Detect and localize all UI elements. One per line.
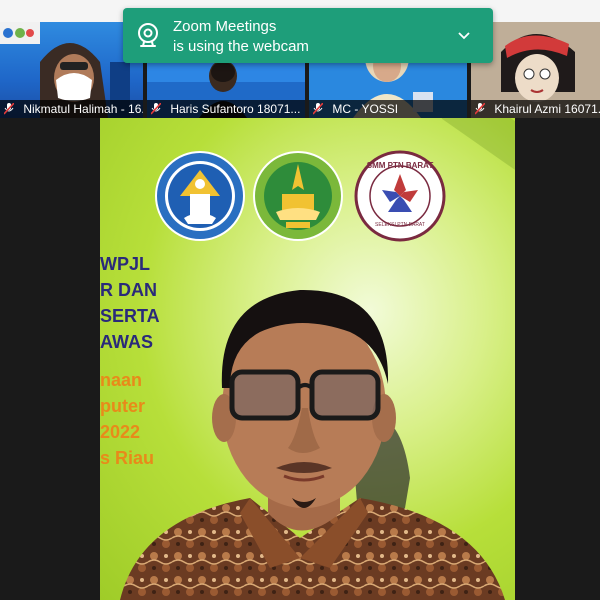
participant-name: Khairul Azmi 16071... [494,102,600,116]
mic-muted-icon [4,103,14,115]
participant-name-bar: Khairul Azmi 16071... [471,100,600,118]
toast-message: is using the webcam [173,38,309,55]
mic-muted-icon [475,103,485,115]
participant-name-bar: MC - YOSSI [309,100,467,118]
mic-muted-icon [151,103,161,115]
chevron-down-icon[interactable] [456,28,472,44]
participant-name: Haris Sufantoro 18071... [170,102,301,116]
mic-muted-icon [313,103,323,115]
participant-tile[interactable]: Nikmatul Halimah - 16... [0,22,143,118]
webcam-notification-toast[interactable]: Zoom Meetings is using the webcam [123,8,493,63]
webcam-icon [138,23,158,47]
participant-name: MC - YOSSI [332,102,399,116]
participant-name: Nikmatul Halimah - 16... [23,102,143,116]
toast-title: Zoom Meetings [173,18,277,35]
participant-name-bar: Nikmatul Halimah - 16... [0,100,143,118]
speaker-person [120,289,505,600]
active-speaker-video: SMM PTN BARAT SELEKSI PTN BARAT WPJL R D… [100,118,515,600]
zoom-meeting-window: Nikmatul Halimah - 16... Haris Sufantoro… [0,0,600,600]
participant-name-bar: Haris Sufantoro 18071... [147,100,305,118]
